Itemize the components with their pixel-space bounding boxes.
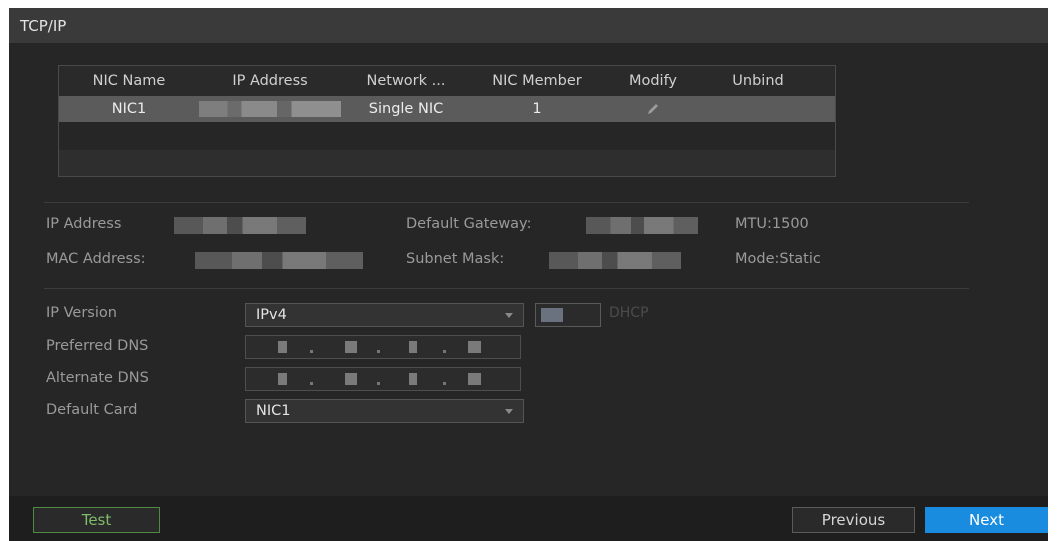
dhcp-toggle[interactable] [535,303,601,327]
redacted-ip-address [174,217,306,234]
modify-cell [603,96,703,122]
nic-member-cell: 1 [532,101,542,117]
header-nic-member[interactable]: NIC Member [471,66,603,96]
default-card-select[interactable]: NIC1 [245,399,524,423]
ip-dot [377,382,380,385]
ip-dot [443,382,446,385]
ip-address-cell [199,96,341,122]
redacted-octet [345,373,357,385]
header-modify: Modify [628,73,678,89]
ip-version-value: IPv4 [256,307,287,323]
default-gateway-label: Default Gateway: [406,216,532,232]
preferred-dns-input[interactable] [245,335,521,359]
redacted-octet [278,373,287,385]
default-card-label: Default Card [46,402,138,418]
unbind-cell [703,96,813,122]
previous-button[interactable]: Previous [792,507,915,533]
ip-version-select[interactable]: IPv4 [245,303,524,327]
redacted-mac [195,252,363,269]
nic-table: NIC Name IP Address Network ... NIC Memb… [58,65,836,177]
pencil-icon[interactable] [645,101,661,117]
divider [44,288,969,289]
nic-name-cell: NIC1 [111,101,147,117]
alternate-dns-input[interactable] [245,367,521,391]
header-ip-address[interactable]: IP Address [199,66,341,96]
redacted-octet [468,373,481,385]
next-button[interactable]: Next [925,507,1048,533]
chevron-down-icon [505,313,513,318]
default-card-value: NIC1 [256,403,291,419]
page-title: TCP/IP [20,17,67,35]
redacted-subnet [549,252,681,269]
ip-dot [443,350,446,353]
header-network[interactable]: Network ... [341,66,471,96]
ip-address-label: IP Address [46,216,122,232]
table-row-empty [59,122,835,150]
network-cell: Single NIC [368,101,444,117]
redacted-gateway [586,217,698,234]
redacted-octet [409,341,417,353]
toggle-knob [541,308,563,322]
ip-dot [377,350,380,353]
table-row-empty [59,150,835,176]
header-unbind: Unbind [732,73,784,89]
dhcp-label: DHCP [609,305,649,321]
ip-version-label: IP Version [46,305,117,321]
nic-table-header: NIC Name IP Address Network ... NIC Memb… [59,66,835,96]
redacted-ip [199,101,341,117]
alternate-dns-label: Alternate DNS [46,370,149,386]
subnet-mask-label: Subnet Mask: [406,251,505,267]
chevron-down-icon [505,409,513,414]
title-bar: TCP/IP [9,8,1048,43]
preferred-dns-label: Preferred DNS [46,338,149,354]
footer-bar: Test Previous Next [9,496,1048,541]
tcpip-screen: TCP/IP NIC Name IP Address Network ... N… [9,8,1048,541]
mtu-value: MTU:1500 [735,216,809,232]
divider [44,202,969,203]
mode-value: Mode:Static [735,251,821,267]
redacted-octet [278,341,287,353]
redacted-octet [468,341,481,353]
redacted-octet [409,373,417,385]
table-row[interactable]: NIC1 Single NIC 1 [59,96,835,122]
ip-dot [310,350,313,353]
mac-address-label: MAC Address: [46,251,146,267]
header-nic-name[interactable]: NIC Name [59,66,199,96]
ip-dot [310,382,313,385]
redacted-octet [345,341,357,353]
test-button[interactable]: Test [33,507,160,533]
